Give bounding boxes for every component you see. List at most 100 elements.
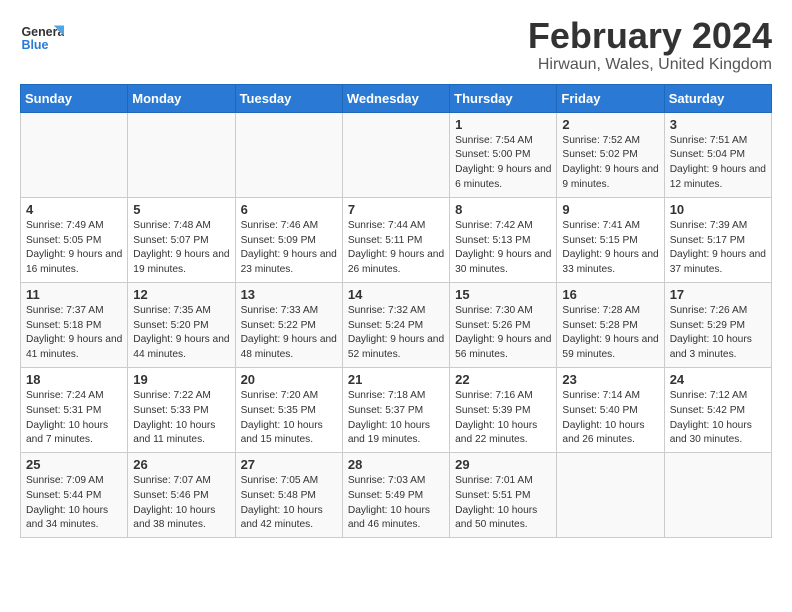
day-number: 3 [670, 117, 766, 132]
calendar-week-1: 1Sunrise: 7:54 AM Sunset: 5:00 PM Daylig… [21, 112, 772, 197]
calendar-cell: 20 Sunrise: 7:20 AM Sunset: 5:35 PM Dayli… [235, 367, 342, 452]
day-number: 22 [455, 372, 551, 387]
day-content: Sunrise: 7:01 AM Sunset: 5:51 PM Dayligh… [455, 474, 551, 533]
logo: General Blue [20, 16, 64, 60]
day-content: Sunrise: 7:20 AM Sunset: 5:35 PM Dayligh… [241, 389, 337, 448]
day-content: Sunrise: 7:18 AM Sunset: 5:37 PM Dayligh… [348, 389, 444, 448]
calendar-cell: 9 Sunrise: 7:41 AM Sunset: 5:15 PM Daylig… [557, 197, 664, 282]
day-content: Sunrise: 7:16 AM Sunset: 5:39 PM Dayligh… [455, 389, 551, 448]
day-number: 4 [26, 202, 122, 217]
calendar-cell: 12 Sunrise: 7:35 AM Sunset: 5:20 PM Dayli… [128, 282, 235, 367]
calendar-cell: 17 Sunrise: 7:26 AM Sunset: 5:29 PM Dayli… [664, 282, 771, 367]
day-number: 9 [562, 202, 658, 217]
day-content: Sunrise: 7:09 AM Sunset: 5:44 PM Dayligh… [26, 474, 122, 533]
day-number: 28 [348, 457, 444, 472]
calendar-cell: 21 Sunrise: 7:18 AM Sunset: 5:37 PM Dayli… [342, 367, 449, 452]
header-thursday: Thursday [450, 84, 557, 112]
day-number: 12 [133, 287, 229, 302]
calendar-cell: 22 Sunrise: 7:16 AM Sunset: 5:39 PM Dayli… [450, 367, 557, 452]
calendar-cell: 24 Sunrise: 7:12 AM Sunset: 5:42 PM Dayli… [664, 367, 771, 452]
day-content: Sunrise: 7:22 AM Sunset: 5:33 PM Dayligh… [133, 389, 229, 448]
day-content: Sunrise: 7:35 AM Sunset: 5:20 PM Dayligh… [133, 304, 229, 363]
day-content: Sunrise: 7:24 AM Sunset: 5:31 PM Dayligh… [26, 389, 122, 448]
calendar-cell: 3 Sunrise: 7:51 AM Sunset: 5:04 PM Daylig… [664, 112, 771, 197]
day-content: Sunrise: 7:28 AM Sunset: 5:28 PM Dayligh… [562, 304, 658, 363]
calendar-cell: 18 Sunrise: 7:24 AM Sunset: 5:31 PM Dayli… [21, 367, 128, 452]
calendar-cell: 4 Sunrise: 7:49 AM Sunset: 5:05 PM Daylig… [21, 197, 128, 282]
calendar-cell: 14 Sunrise: 7:32 AM Sunset: 5:24 PM Dayli… [342, 282, 449, 367]
day-number: 13 [241, 287, 337, 302]
day-content: Sunrise: 7:49 AM Sunset: 5:05 PM Dayligh… [26, 219, 122, 278]
calendar-cell [557, 453, 664, 538]
day-content: Sunrise: 7:39 AM Sunset: 5:17 PM Dayligh… [670, 219, 766, 278]
calendar-week-4: 18 Sunrise: 7:24 AM Sunset: 5:31 PM Dayli… [21, 367, 772, 452]
title-area: February 2024 Hirwaun, Wales, United Kin… [528, 16, 772, 74]
day-content: Sunrise: 7:48 AM Sunset: 5:07 PM Dayligh… [133, 219, 229, 278]
header-saturday: Saturday [664, 84, 771, 112]
day-number: 8 [455, 202, 551, 217]
calendar-cell: 13 Sunrise: 7:33 AM Sunset: 5:22 PM Dayli… [235, 282, 342, 367]
day-content: Sunrise: 7:32 AM Sunset: 5:24 PM Dayligh… [348, 304, 444, 363]
day-content: Sunrise: 7:42 AM Sunset: 5:13 PM Dayligh… [455, 219, 551, 278]
day-number: 26 [133, 457, 229, 472]
page-header: General Blue February 2024 Hirwaun, Wale… [20, 16, 772, 74]
day-number: 19 [133, 372, 229, 387]
day-content: Sunrise: 7:41 AM Sunset: 5:15 PM Dayligh… [562, 219, 658, 278]
day-content: Sunrise: 7:12 AM Sunset: 5:42 PM Dayligh… [670, 389, 766, 448]
calendar-cell: 19 Sunrise: 7:22 AM Sunset: 5:33 PM Dayli… [128, 367, 235, 452]
calendar-cell: 2 Sunrise: 7:52 AM Sunset: 5:02 PM Daylig… [557, 112, 664, 197]
day-content: Sunrise: 7:52 AM Sunset: 5:02 PM Dayligh… [562, 134, 658, 193]
day-number: 15 [455, 287, 551, 302]
day-content: Sunrise: 7:07 AM Sunset: 5:46 PM Dayligh… [133, 474, 229, 533]
calendar-cell [235, 112, 342, 197]
calendar-cell: 16 Sunrise: 7:28 AM Sunset: 5:28 PM Dayli… [557, 282, 664, 367]
day-number: 25 [26, 457, 122, 472]
calendar-cell: 11 Sunrise: 7:37 AM Sunset: 5:18 PM Dayli… [21, 282, 128, 367]
day-content: Sunrise: 7:51 AM Sunset: 5:04 PM Dayligh… [670, 134, 766, 193]
day-number: 29 [455, 457, 551, 472]
page-subtitle: Hirwaun, Wales, United Kingdom [528, 56, 772, 74]
day-number: 27 [241, 457, 337, 472]
calendar-cell: 10 Sunrise: 7:39 AM Sunset: 5:17 PM Dayli… [664, 197, 771, 282]
header-tuesday: Tuesday [235, 84, 342, 112]
calendar-cell: 27 Sunrise: 7:05 AM Sunset: 5:48 PM Dayli… [235, 453, 342, 538]
calendar-cell: 8 Sunrise: 7:42 AM Sunset: 5:13 PM Daylig… [450, 197, 557, 282]
day-number: 21 [348, 372, 444, 387]
day-number: 10 [670, 202, 766, 217]
day-number: 24 [670, 372, 766, 387]
calendar-cell: 7Sunrise: 7:44 AM Sunset: 5:11 PM Daylig… [342, 197, 449, 282]
day-content: Sunrise: 7:37 AM Sunset: 5:18 PM Dayligh… [26, 304, 122, 363]
day-number: 14 [348, 287, 444, 302]
day-number: 6 [241, 202, 337, 217]
page-title: February 2024 [528, 16, 772, 56]
day-content: Sunrise: 7:33 AM Sunset: 5:22 PM Dayligh… [241, 304, 337, 363]
day-number: 18 [26, 372, 122, 387]
logo-icon: General Blue [20, 16, 64, 60]
day-content: Sunrise: 7:26 AM Sunset: 5:29 PM Dayligh… [670, 304, 766, 363]
day-number: 16 [562, 287, 658, 302]
day-content: Sunrise: 7:54 AM Sunset: 5:00 PM Dayligh… [455, 134, 551, 193]
day-number: 11 [26, 287, 122, 302]
calendar-week-2: 4 Sunrise: 7:49 AM Sunset: 5:05 PM Daylig… [21, 197, 772, 282]
day-content: Sunrise: 7:05 AM Sunset: 5:48 PM Dayligh… [241, 474, 337, 533]
calendar-cell: 26 Sunrise: 7:07 AM Sunset: 5:46 PM Dayli… [128, 453, 235, 538]
day-number: 20 [241, 372, 337, 387]
calendar-cell: 6 Sunrise: 7:46 AM Sunset: 5:09 PM Daylig… [235, 197, 342, 282]
calendar-cell [664, 453, 771, 538]
calendar-cell: 23Sunrise: 7:14 AM Sunset: 5:40 PM Dayli… [557, 367, 664, 452]
day-number: 2 [562, 117, 658, 132]
calendar-cell: 15Sunrise: 7:30 AM Sunset: 5:26 PM Dayli… [450, 282, 557, 367]
calendar-cell: 5 Sunrise: 7:48 AM Sunset: 5:07 PM Daylig… [128, 197, 235, 282]
calendar-cell: 25 Sunrise: 7:09 AM Sunset: 5:44 PM Dayli… [21, 453, 128, 538]
day-number: 17 [670, 287, 766, 302]
calendar-cell: 29 Sunrise: 7:01 AM Sunset: 5:51 PM Dayli… [450, 453, 557, 538]
calendar-cell: 28 Sunrise: 7:03 AM Sunset: 5:49 PM Dayli… [342, 453, 449, 538]
header-wednesday: Wednesday [342, 84, 449, 112]
day-content: Sunrise: 7:14 AM Sunset: 5:40 PM Dayligh… [562, 389, 658, 448]
day-number: 5 [133, 202, 229, 217]
calendar-cell [21, 112, 128, 197]
calendar-cell [128, 112, 235, 197]
calendar-header-row: SundayMondayTuesdayWednesdayThursdayFrid… [21, 84, 772, 112]
day-content: Sunrise: 7:03 AM Sunset: 5:49 PM Dayligh… [348, 474, 444, 533]
day-content: Sunrise: 7:46 AM Sunset: 5:09 PM Dayligh… [241, 219, 337, 278]
